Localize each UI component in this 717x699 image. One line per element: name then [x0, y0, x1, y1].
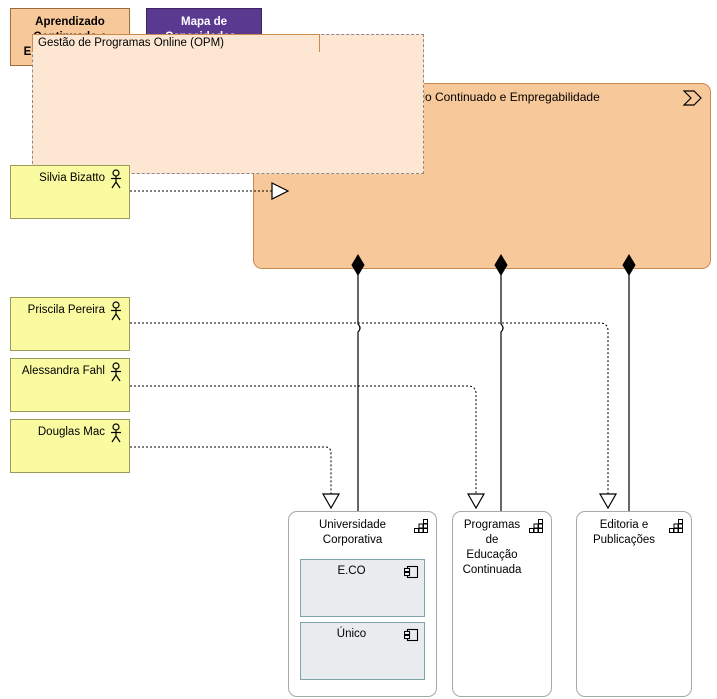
actor-icon: [108, 423, 124, 443]
capability-box-title: Programas de Educação Continuada: [462, 519, 522, 576]
actor-label: Silvia Bizatto: [39, 172, 105, 184]
capability-grid-icon: [414, 519, 429, 533]
component-unico[interactable]: Único: [300, 622, 425, 680]
component-title: Único: [336, 628, 367, 640]
sub-capability-label-box: Gestão de Programas Online (OPM): [32, 34, 320, 52]
actor-icon: [108, 362, 124, 382]
value-stream-icon: [682, 90, 702, 106]
capability-box-title: Universidade Corporativa: [318, 519, 387, 546]
actor-label: Alessandra Fahl: [21, 365, 105, 377]
realization-alessandra: [130, 385, 477, 494]
component-icon: [403, 565, 419, 579]
realization-douglas: [130, 446, 332, 494]
diagram-canvas: Aprendizado Continuado e Empregabilidade…: [0, 0, 717, 699]
actor-label: Douglas Mac: [37, 426, 105, 438]
composition-lines: [357, 269, 630, 511]
realization-arrowhead-douglas: [321, 493, 341, 510]
actor-alessandra-fahl[interactable]: Alessandra Fahl: [10, 358, 130, 412]
realization-arrowhead-priscila: [598, 493, 618, 510]
component-icon: [403, 628, 419, 642]
actor-silvia-bizatto[interactable]: Silvia Bizatto: [10, 165, 130, 219]
actor-douglas-mac[interactable]: Douglas Mac: [10, 419, 130, 473]
capability-box-title: Editoria e Publicações: [592, 519, 655, 546]
sub-capability-label: Gestão de Programas Online (OPM): [38, 37, 224, 49]
actor-icon: [108, 169, 124, 189]
component-title: E.CO: [337, 565, 366, 577]
actor-label: Priscila Pereira: [27, 304, 105, 316]
capability-box-editoria-publicacoes[interactable]: Editoria e Publicações: [576, 511, 692, 697]
component-eco[interactable]: E.CO: [300, 559, 425, 617]
capability-box-programas-educacao-continuada[interactable]: Programas de Educação Continuada: [452, 511, 552, 697]
capability-grid-icon: [529, 519, 544, 533]
realization-arrowhead-alessandra: [466, 493, 486, 510]
capability-grid-icon: [669, 519, 684, 533]
sub-capability-gestao-programas-online[interactable]: [32, 34, 424, 174]
actor-icon: [108, 301, 124, 321]
actor-priscila-pereira[interactable]: Priscila Pereira: [10, 297, 130, 351]
realization-priscila: [130, 322, 609, 494]
